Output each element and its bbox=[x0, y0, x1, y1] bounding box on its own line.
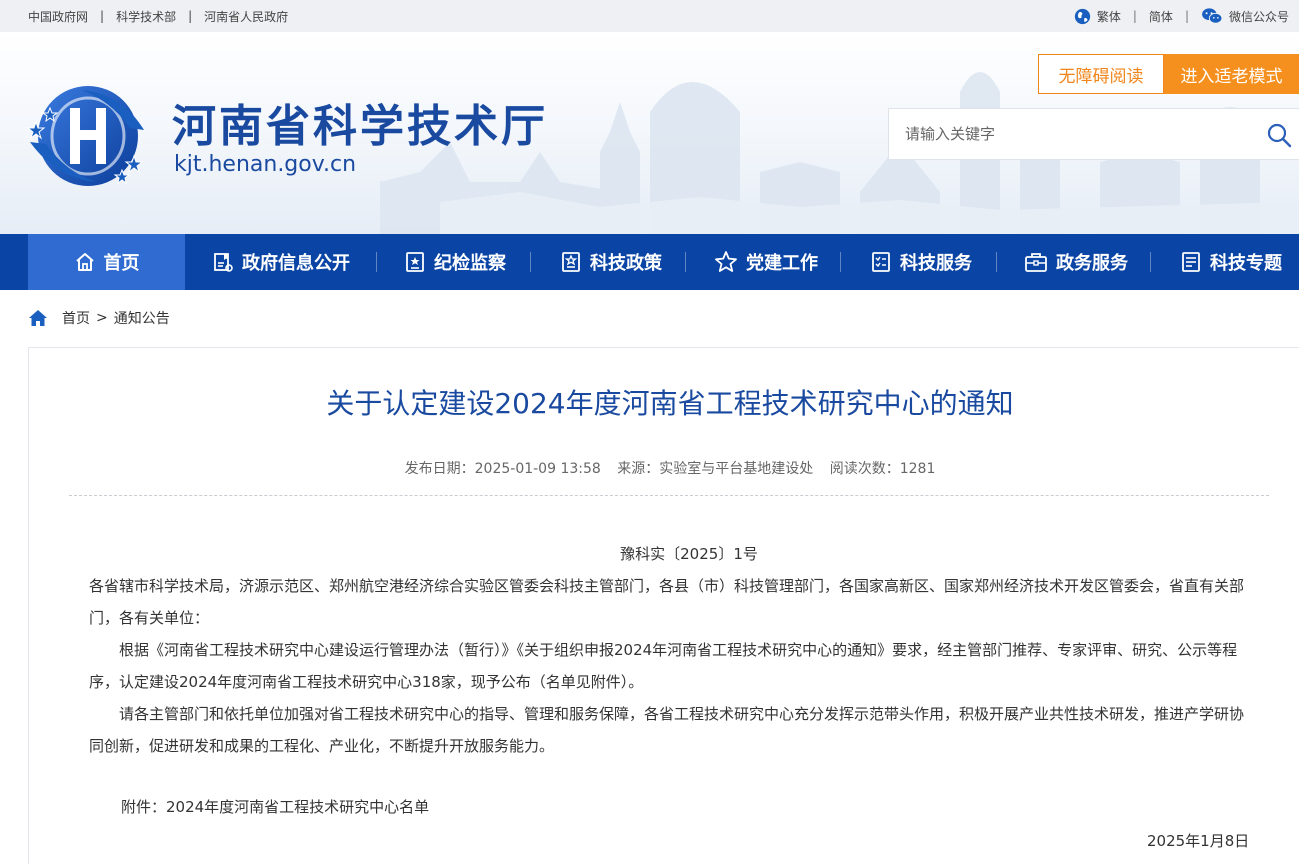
wechat-label: 微信公众号 bbox=[1228, 9, 1289, 24]
elder-mode-button[interactable]: 进入适老模式 bbox=[1164, 54, 1299, 94]
nav-divider bbox=[840, 252, 841, 272]
signature-date: 2025年1月8日 bbox=[1147, 832, 1250, 850]
nav-item-home[interactable]: 首页 bbox=[28, 234, 185, 290]
main-nav: 首页 政府信息公开 纪检监察 科技政策 党建工作 科技服务 政务服务 科技专题 bbox=[0, 234, 1299, 290]
publish-date: 发布日期：2025-01-09 13:58 bbox=[404, 461, 601, 477]
nav-divider bbox=[685, 252, 686, 272]
top-links: 中国政府网 | 科学技术部 | 河南省人民政府 bbox=[28, 0, 288, 32]
nav-label: 科技服务 bbox=[900, 253, 972, 274]
nav-item-inspection[interactable]: 纪检监察 bbox=[392, 234, 518, 290]
breadcrumb-separator: > bbox=[96, 310, 108, 326]
nav-item-party-building[interactable]: 党建工作 bbox=[703, 234, 829, 290]
top-bar: 中国政府网 | 科学技术部 | 河南省人民政府 繁体 | 简体 | 微信公众号 bbox=[0, 0, 1299, 32]
top-separator: | bbox=[1132, 9, 1137, 23]
site-domain: kjt.henan.gov.cn bbox=[174, 152, 357, 177]
document-icon bbox=[1182, 252, 1200, 272]
article-body: 豫科实〔2025〕1号 各省辖市科学技术局，济源示范区、郑州航空港经济综合实验区… bbox=[89, 538, 1249, 762]
briefcase-icon bbox=[1025, 253, 1047, 272]
breadcrumb-home-link[interactable]: 首页 bbox=[62, 308, 90, 328]
home-icon bbox=[75, 253, 94, 271]
nav-item-gov-service[interactable]: 政务服务 bbox=[1013, 234, 1139, 290]
nav-divider bbox=[530, 252, 531, 272]
accessibility-reading-button[interactable]: 无障碍阅读 bbox=[1038, 54, 1164, 94]
nav-item-tech-service[interactable]: 科技服务 bbox=[858, 234, 984, 290]
globe-icon bbox=[1074, 8, 1091, 24]
nav-divider bbox=[1150, 252, 1151, 272]
traditional-label: 繁体 bbox=[1096, 9, 1121, 24]
top-separator: | bbox=[100, 9, 105, 23]
nav-item-policy[interactable]: 科技政策 bbox=[548, 234, 674, 290]
henan-science-logo bbox=[26, 86, 144, 186]
link-gov-cn[interactable]: 中国政府网 bbox=[28, 8, 88, 25]
body-paragraph: 根据《河南省工程技术研究中心建设运行管理办法（暂行）》《关于组织申报2024年河… bbox=[89, 641, 1238, 691]
top-right-tools: 繁体 | 简体 | 微信公众号 bbox=[1074, 0, 1289, 32]
link-most[interactable]: 科学技术部 bbox=[116, 8, 176, 25]
nav-label: 首页 bbox=[103, 253, 140, 274]
wechat-icon bbox=[1202, 8, 1223, 24]
nav-item-info-disclosure[interactable]: 政府信息公开 bbox=[200, 234, 362, 290]
nav-label: 科技专题 bbox=[1210, 253, 1282, 274]
checklist-icon bbox=[872, 252, 890, 272]
site-header: 河南省科学技术厅 kjt.henan.gov.cn 无障碍阅读 进入适老模式 bbox=[0, 32, 1299, 234]
divider bbox=[69, 495, 1269, 496]
home-icon[interactable] bbox=[28, 309, 48, 327]
search-box bbox=[888, 108, 1299, 160]
article-title: 关于认定建设2024年度河南省工程技术研究中心的通知 bbox=[326, 387, 1014, 420]
policy-icon bbox=[562, 252, 580, 272]
nav-label: 政务服务 bbox=[1056, 253, 1128, 274]
nav-label: 党建工作 bbox=[746, 253, 818, 274]
nav-label: 政府信息公开 bbox=[242, 253, 350, 274]
nav-divider bbox=[996, 252, 997, 272]
attachment-link[interactable]: 附件：2024年度河南省工程技术研究中心名单 bbox=[121, 796, 429, 817]
view-count: 阅读次数：1281 bbox=[829, 461, 936, 477]
body-paragraph: 请各主管部门和依托单位加强对省工程技术研究中心的指导、管理和服务保障，各省工程技… bbox=[89, 705, 1245, 755]
inspection-icon bbox=[406, 252, 424, 272]
nav-label: 科技政策 bbox=[590, 253, 662, 274]
site-title: 河南省科学技术厅 bbox=[172, 101, 548, 152]
star-icon bbox=[715, 251, 737, 272]
article-source: 来源：实验室与平台基地建设处 bbox=[617, 461, 814, 477]
info-disclosure-icon bbox=[214, 253, 233, 272]
nav-divider bbox=[376, 252, 377, 272]
article-panel: 关于认定建设2024年度河南省工程技术研究中心的通知 发布日期：2025-01-… bbox=[28, 347, 1299, 864]
top-separator: | bbox=[188, 9, 193, 23]
wechat-account-link[interactable]: 微信公众号 bbox=[1201, 7, 1289, 25]
search-input[interactable] bbox=[889, 109, 1249, 159]
breadcrumb-current-link[interactable]: 通知公告 bbox=[114, 308, 170, 328]
top-separator: | bbox=[1184, 9, 1189, 23]
addressee-paragraph: 各省辖市科学技术局，济源示范区、郑州航空港经济综合实验区管委会科技主管部门，各县… bbox=[89, 577, 1245, 627]
breadcrumb: 首页 > 通知公告 bbox=[28, 306, 170, 330]
article-meta: 发布日期：2025-01-09 13:58 来源：实验室与平台基地建设处 阅读次… bbox=[29, 458, 1299, 478]
link-henan-gov[interactable]: 河南省人民政府 bbox=[204, 8, 288, 25]
search-icon[interactable] bbox=[1265, 121, 1293, 149]
nav-label: 纪检监察 bbox=[434, 253, 506, 274]
nav-item-tech-topics[interactable]: 科技专题 bbox=[1168, 234, 1294, 290]
traditional-chinese-toggle[interactable]: 繁体 bbox=[1074, 8, 1121, 25]
simplified-chinese-toggle[interactable]: 简体 bbox=[1149, 8, 1173, 25]
document-number: 豫科实〔2025〕1号 bbox=[620, 545, 758, 563]
